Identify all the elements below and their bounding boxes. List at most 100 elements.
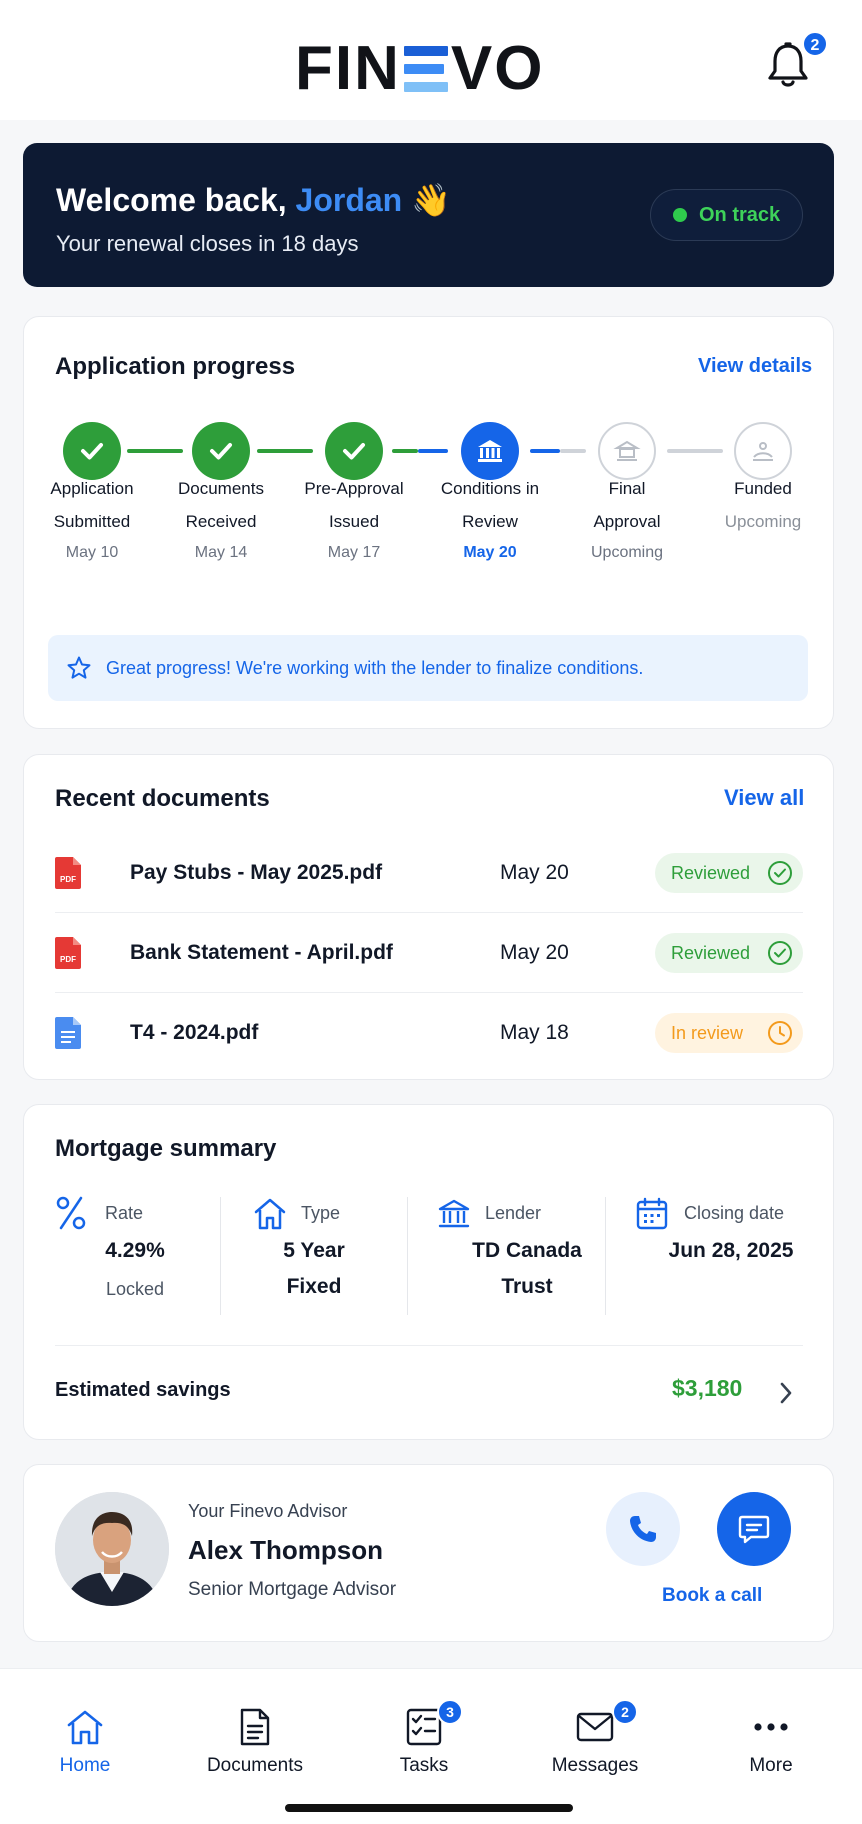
divider bbox=[407, 1197, 408, 1315]
check-circle-icon bbox=[768, 861, 792, 885]
type-value: 5 Year Fixed bbox=[283, 1239, 345, 1298]
rate-column: Rate 4.29% Locked bbox=[55, 1195, 195, 1315]
tab-tasks[interactable]: Tasks 3 bbox=[349, 1685, 499, 1776]
document-row[interactable]: PDF Bank Statement - April.pdf May 20 Re… bbox=[55, 913, 803, 993]
connector-1 bbox=[127, 449, 183, 453]
status-badge: Reviewed bbox=[655, 933, 803, 973]
svg-text:PDF: PDF bbox=[60, 955, 76, 964]
home-icon bbox=[254, 1198, 286, 1230]
tab-label: Tasks bbox=[399, 1755, 449, 1776]
calendar-icon bbox=[636, 1197, 668, 1230]
tasks-badge: 3 bbox=[437, 1699, 463, 1725]
connector-4a bbox=[530, 449, 560, 453]
step-4-label: Conditions in Review bbox=[440, 479, 540, 531]
document-date: May 18 bbox=[500, 1021, 569, 1044]
tab-documents[interactable]: Documents bbox=[180, 1685, 330, 1776]
logo-e-mark bbox=[403, 46, 448, 92]
status-text: On track bbox=[699, 203, 781, 226]
message-advisor-button[interactable] bbox=[717, 1492, 791, 1566]
step-3-date: May 17 bbox=[327, 544, 381, 561]
advisor-role: Senior Mortgage Advisor bbox=[188, 1579, 397, 1600]
user-name: Jordan bbox=[295, 182, 403, 218]
document-name: T4 - 2024.pdf bbox=[130, 1021, 259, 1044]
lender-label: Lender bbox=[485, 1203, 542, 1223]
closing-value: Jun 28, 2025 bbox=[668, 1239, 794, 1262]
renewal-countdown: Your renewal closes in 18 days bbox=[56, 231, 359, 256]
svg-text:PDF: PDF bbox=[60, 875, 76, 884]
divider bbox=[220, 1197, 221, 1315]
document-row[interactable]: PDF Pay Stubs - May 2025.pdf May 20 Revi… bbox=[55, 833, 803, 913]
tab-more[interactable]: More bbox=[696, 1685, 846, 1776]
closing-label: Closing date bbox=[684, 1203, 785, 1223]
step-1-date: May 10 bbox=[65, 544, 119, 561]
document-date: May 20 bbox=[500, 861, 569, 884]
pdf-file-icon: PDF bbox=[55, 857, 81, 889]
bank-icon bbox=[438, 1199, 470, 1228]
connector-4b bbox=[560, 449, 586, 453]
home-icon bbox=[67, 1710, 103, 1745]
chevron-right-icon[interactable] bbox=[777, 1379, 795, 1407]
tab-home[interactable]: Home bbox=[10, 1685, 160, 1776]
rate-label: Rate bbox=[105, 1203, 144, 1223]
connector-5 bbox=[667, 449, 723, 453]
closing-date-column: Closing date Jun 28, 2025 bbox=[636, 1195, 826, 1315]
divider bbox=[605, 1197, 606, 1315]
check-circle-icon bbox=[768, 941, 792, 965]
book-a-call-link[interactable]: Book a call bbox=[662, 1585, 762, 1607]
lender-column: Lender TD Canada Trust bbox=[437, 1195, 607, 1315]
step-5-date: Upcoming bbox=[590, 544, 664, 561]
estimated-savings-label[interactable]: Estimated savings bbox=[55, 1379, 231, 1402]
app-header: FIN VO 2 bbox=[0, 0, 862, 120]
step-6-label: Funded Upcoming bbox=[724, 479, 802, 531]
more-dots-icon bbox=[754, 1723, 788, 1731]
document-row[interactable]: T4 - 2024.pdf May 18 In review bbox=[55, 993, 803, 1073]
call-advisor-button[interactable] bbox=[606, 1492, 680, 1566]
percent-icon bbox=[56, 1196, 86, 1230]
advisor-card: Your Finevo Advisor Alex Thompson Senior… bbox=[23, 1464, 834, 1642]
status-dot-icon bbox=[673, 208, 687, 222]
summary-title: Mortgage summary bbox=[55, 1135, 277, 1162]
finevo-logo: FIN VO bbox=[295, 38, 544, 100]
mail-icon bbox=[576, 1712, 614, 1742]
rate-value: 4.29% bbox=[105, 1239, 165, 1262]
document-file-icon bbox=[55, 1017, 81, 1049]
type-column: Type 5 Year Fixed bbox=[249, 1195, 389, 1315]
tab-label: More bbox=[749, 1755, 793, 1776]
connector-3b bbox=[418, 449, 448, 453]
step-2-date: May 14 bbox=[194, 544, 248, 561]
status-badge: On track bbox=[650, 189, 803, 241]
estimated-savings-value[interactable]: $3,180 bbox=[672, 1375, 742, 1402]
home-indicator bbox=[285, 1804, 573, 1812]
view-all-link[interactable]: View all bbox=[724, 785, 804, 811]
document-name: Bank Statement - April.pdf bbox=[130, 941, 393, 964]
document-name: Pay Stubs - May 2025.pdf bbox=[130, 861, 383, 884]
connector-3a bbox=[392, 449, 418, 453]
mortgage-summary-card: Mortgage summary Rate 4.29% Locked Type … bbox=[23, 1104, 834, 1440]
notice-text: Great progress! We're working with the l… bbox=[106, 657, 644, 678]
tab-messages[interactable]: Messages 2 bbox=[520, 1685, 670, 1776]
clock-icon bbox=[768, 1021, 792, 1045]
recent-documents-card: Recent documents View all PDF Pay Stubs … bbox=[23, 754, 834, 1080]
chat-icon bbox=[738, 1515, 770, 1544]
step-2-label: Documents Received bbox=[178, 479, 264, 531]
progress-title: Application progress bbox=[55, 353, 296, 380]
document-date: May 20 bbox=[500, 941, 569, 964]
pdf-file-icon: PDF bbox=[55, 937, 81, 969]
status-badge: Reviewed bbox=[655, 853, 803, 893]
step-4-date: May 20 bbox=[463, 544, 517, 561]
advisor-avatar bbox=[55, 1492, 169, 1606]
bottom-tab-bar: Home Documents Tasks 3 Messages 2 More bbox=[0, 1668, 862, 1824]
advisor-name: Alex Thompson bbox=[188, 1535, 384, 1565]
tab-label: Home bbox=[59, 1755, 111, 1776]
documents-title: Recent documents bbox=[55, 785, 270, 812]
advisor-caption: Your Finevo Advisor bbox=[188, 1501, 348, 1521]
step-1-label: Application Submitted bbox=[50, 479, 134, 531]
view-details-link[interactable]: View details bbox=[698, 355, 812, 378]
lender-value: TD Canada Trust bbox=[472, 1239, 582, 1298]
type-label: Type bbox=[301, 1203, 341, 1223]
logo-text-right: VO bbox=[450, 34, 545, 103]
rate-note: Locked bbox=[105, 1279, 165, 1299]
progress-notice: Great progress! We're working with the l… bbox=[48, 635, 808, 701]
divider bbox=[55, 1345, 803, 1346]
tab-label: Documents bbox=[206, 1755, 304, 1776]
